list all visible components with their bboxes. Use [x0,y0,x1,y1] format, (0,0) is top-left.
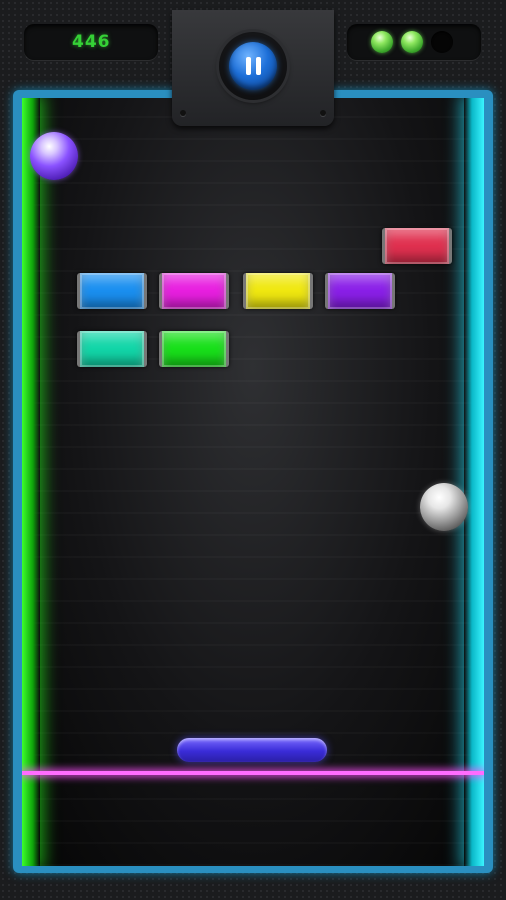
pause-icon [229,42,277,90]
score-display: 446 [24,24,158,60]
game-arena[interactable] [22,98,484,866]
left-neon-wall [22,98,40,866]
brick-blue [77,273,147,309]
purple-ball [30,132,78,180]
lives-display [347,24,481,60]
brick-red [382,228,452,264]
brick-purple [325,273,395,309]
deadline-laser [22,771,484,775]
right-neon-wall [464,98,484,866]
silver-ball [420,483,468,531]
life-orb-empty-icon [431,31,453,53]
pause-button[interactable] [219,32,287,100]
screw-icon [180,110,186,116]
brick-green [159,331,229,367]
brick-yellow [243,273,313,309]
paddle[interactable] [177,738,327,762]
life-orb-icon [401,31,423,53]
brick-teal [77,331,147,367]
screw-icon [320,110,326,116]
score-value: 446 [72,32,111,52]
brick-magenta [159,273,229,309]
life-orb-icon [371,31,393,53]
